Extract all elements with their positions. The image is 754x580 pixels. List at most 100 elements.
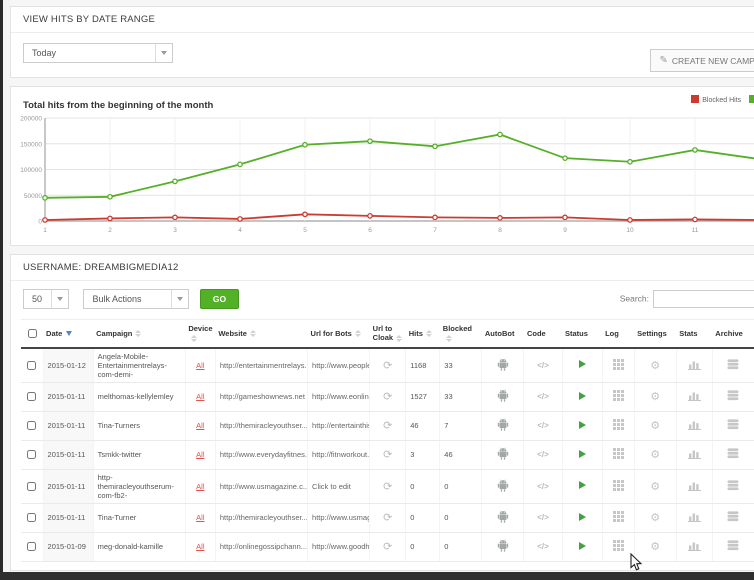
android-robot-icon[interactable] [497, 479, 509, 492]
col-hits[interactable]: Hits [406, 320, 440, 348]
settings-gear-icon[interactable]: ⚙ [650, 481, 660, 493]
status-play-icon[interactable] [579, 392, 586, 400]
col-code[interactable]: Code [524, 320, 562, 348]
create-new-campaign-button[interactable]: ✎ CREATE NEW CAMPAIGN [650, 49, 754, 72]
col-website[interactable]: Website [215, 320, 307, 348]
stats-chart-icon[interactable] [688, 359, 701, 370]
device-link[interactable]: All [196, 392, 204, 401]
code-icon[interactable]: </> [537, 392, 549, 401]
cloak-refresh-icon[interactable]: ⟳ [383, 512, 392, 524]
log-grid-icon[interactable] [613, 359, 624, 370]
android-robot-icon[interactable] [497, 539, 509, 552]
col-url-for-bots[interactable]: Url for Bots [308, 320, 370, 348]
code-icon[interactable]: </> [537, 361, 549, 370]
col-autobot[interactable]: AutoBot [482, 320, 524, 348]
row-checkbox[interactable] [27, 392, 36, 401]
col-stats[interactable]: Stats [676, 320, 712, 348]
stats-chart-icon[interactable] [688, 419, 701, 430]
android-robot-icon[interactable] [497, 447, 509, 460]
archive-stack-icon[interactable] [727, 390, 739, 401]
stats-chart-icon[interactable] [688, 480, 701, 491]
android-robot-icon[interactable] [497, 358, 509, 371]
row-checkbox[interactable] [27, 421, 36, 430]
log-grid-icon[interactable] [613, 480, 624, 491]
cloak-refresh-icon[interactable]: ⟳ [383, 391, 392, 403]
search-input[interactable] [653, 290, 754, 308]
url-for-bots-cell: http://www.people.com/var... [308, 348, 370, 383]
col-date[interactable]: Date [43, 320, 93, 348]
status-play-icon[interactable] [579, 421, 586, 429]
archive-stack-icon[interactable] [727, 359, 739, 370]
device-link[interactable]: All [196, 542, 204, 551]
col-settings[interactable]: Settings [634, 320, 676, 348]
status-play-icon[interactable] [579, 450, 586, 458]
date-range-select[interactable]: Today [23, 43, 173, 63]
code-icon[interactable]: </> [537, 482, 549, 491]
stats-chart-icon[interactable] [688, 448, 701, 459]
archive-stack-icon[interactable] [727, 511, 739, 522]
settings-gear-icon[interactable]: ⚙ [650, 541, 660, 553]
settings-gear-icon[interactable]: ⚙ [650, 420, 660, 432]
settings-gear-icon[interactable]: ⚙ [650, 449, 660, 461]
svg-text:4: 4 [238, 227, 242, 234]
android-robot-icon[interactable] [497, 510, 509, 523]
code-icon[interactable]: </> [537, 513, 549, 522]
log-grid-icon[interactable] [613, 419, 624, 430]
android-robot-icon[interactable] [497, 389, 509, 402]
settings-gear-icon[interactable]: ⚙ [650, 391, 660, 403]
row-checkbox[interactable] [27, 542, 36, 551]
row-checkbox[interactable] [27, 450, 36, 459]
log-grid-icon[interactable] [613, 540, 624, 551]
svg-text:8: 8 [498, 227, 502, 234]
go-button[interactable]: GO [200, 289, 239, 309]
archive-stack-icon[interactable] [727, 480, 739, 491]
device-link[interactable]: All [196, 513, 204, 522]
col-archive[interactable]: Archive [712, 320, 754, 348]
col-blocked[interactable]: Blocked [440, 320, 482, 348]
status-play-icon[interactable] [579, 481, 586, 489]
stats-chart-icon[interactable] [688, 511, 701, 522]
autobot-cell [482, 382, 524, 411]
archive-stack-icon[interactable] [727, 540, 739, 551]
cloak-refresh-icon[interactable]: ⟳ [383, 360, 392, 372]
cloak-refresh-icon[interactable]: ⟳ [383, 541, 392, 553]
row-checkbox[interactable] [27, 513, 36, 522]
log-grid-icon[interactable] [613, 511, 624, 522]
page-size-select[interactable]: 50 [23, 289, 69, 309]
cloak-refresh-icon[interactable]: ⟳ [383, 481, 392, 493]
android-robot-icon[interactable] [497, 418, 509, 431]
device-link[interactable]: All [196, 361, 204, 370]
cloak-refresh-icon[interactable]: ⟳ [383, 420, 392, 432]
device-link[interactable]: All [196, 450, 204, 459]
select-all-checkbox[interactable] [28, 329, 37, 338]
settings-gear-icon[interactable]: ⚙ [650, 360, 660, 372]
device-link[interactable]: All [196, 482, 204, 491]
row-checkbox[interactable] [27, 361, 36, 370]
settings-gear-icon[interactable]: ⚙ [650, 512, 660, 524]
log-grid-icon[interactable] [613, 390, 624, 401]
col-status[interactable]: Status [562, 320, 602, 348]
status-play-icon[interactable] [579, 513, 586, 521]
code-icon[interactable]: </> [537, 450, 549, 459]
archive-stack-icon[interactable] [727, 448, 739, 459]
table-row: 2015-01-11 melthomas-kellylemley All htt… [21, 382, 754, 411]
col-campaign[interactable]: Campaign [93, 320, 185, 348]
cloak-refresh-icon[interactable]: ⟳ [383, 449, 392, 461]
status-play-icon[interactable] [579, 542, 586, 550]
stats-chart-icon[interactable] [688, 390, 701, 401]
stats-chart-icon[interactable] [688, 540, 701, 551]
bulk-actions-select[interactable]: Bulk Actions [83, 289, 189, 309]
row-checkbox[interactable] [27, 482, 36, 491]
col-label: Archive [715, 329, 743, 338]
settings-cell: ⚙ [634, 382, 676, 411]
code-icon[interactable]: </> [537, 542, 549, 551]
log-grid-icon[interactable] [613, 448, 624, 459]
col-log[interactable]: Log [602, 320, 634, 348]
archive-stack-icon[interactable] [727, 419, 739, 430]
col-url-to-cloak[interactable]: Url to Cloak [370, 320, 406, 348]
device-link[interactable]: All [196, 421, 204, 430]
stats-cell [676, 503, 712, 532]
status-play-icon[interactable] [579, 360, 586, 368]
code-icon[interactable]: </> [537, 421, 549, 430]
col-device[interactable]: Device [185, 320, 215, 348]
